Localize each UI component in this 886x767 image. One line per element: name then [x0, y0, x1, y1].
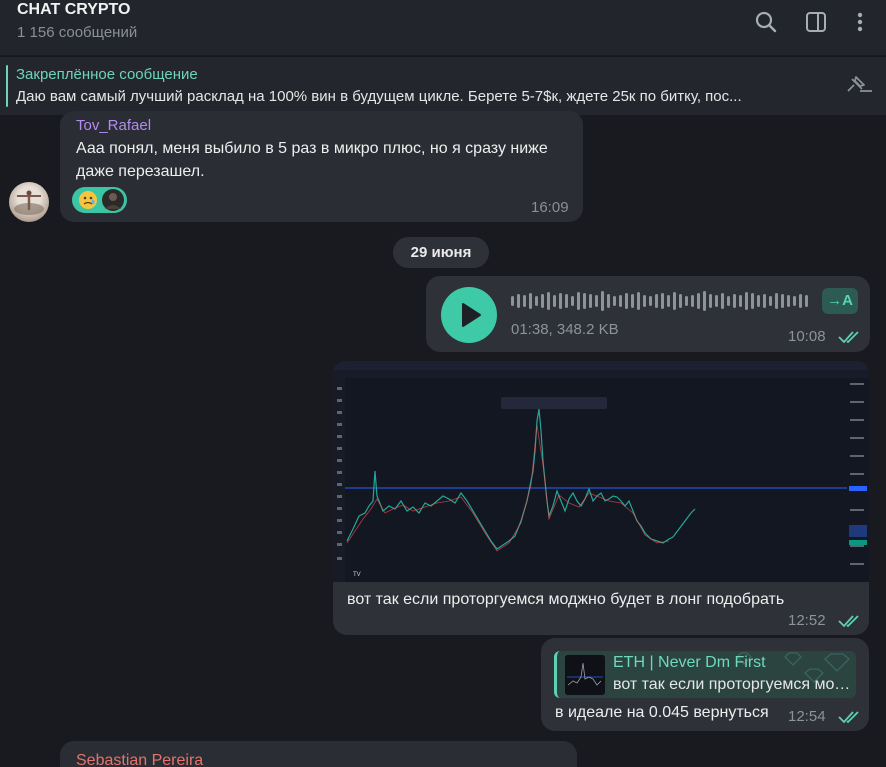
waveform-bar — [553, 295, 556, 307]
waveform-bar — [595, 295, 598, 307]
waveform-bar — [691, 295, 694, 307]
trading-chart-thumbnail: TV — [333, 361, 869, 582]
reply-preview-text: вот так если проторгуемся можно будет в … — [613, 676, 851, 693]
waveform-bar — [577, 292, 580, 310]
waveform-bar — [637, 292, 640, 310]
sidebar-toggle-icon[interactable] — [804, 10, 828, 34]
waveform-bar — [565, 294, 568, 308]
date-separator: 29 июня — [393, 237, 489, 268]
waveform-bar — [583, 293, 586, 309]
sender-name[interactable]: Sebastian Pereira — [76, 752, 203, 767]
message-text: в идеале на 0.045 вернуться — [555, 704, 769, 721]
waveform-bar — [781, 294, 784, 308]
waveform-bar — [619, 295, 622, 307]
search-icon[interactable] — [754, 10, 778, 34]
waveform-bar — [661, 293, 664, 309]
message-time: 16:09 — [531, 199, 569, 216]
voice-waveform[interactable] — [511, 290, 813, 312]
waveform-bar — [769, 296, 772, 306]
waveform-bar — [547, 292, 550, 310]
waveform-bar — [667, 295, 670, 307]
unpin-icon[interactable] — [842, 73, 874, 97]
read-checks-icon — [838, 331, 859, 344]
waveform-bar — [757, 295, 760, 307]
pinned-message[interactable]: Закреплённое сообщение Даю вам самый луч… — [0, 56, 886, 115]
sender-name[interactable]: Tov_Rafael — [76, 117, 151, 134]
waveform-bar — [607, 294, 610, 308]
transcribe-button[interactable]: →A — [822, 288, 858, 314]
waveform-bar — [523, 295, 526, 307]
waveform-bar — [655, 294, 658, 308]
waveform-bar — [541, 294, 544, 308]
chat-header[interactable]: CHAT CRYPTO 1 156 сообщений — [0, 0, 886, 55]
waveform-bar — [613, 296, 616, 306]
play-icon — [462, 303, 481, 327]
waveform-bar — [745, 292, 748, 310]
play-button[interactable] — [441, 287, 497, 343]
reaction-graphics — [79, 189, 124, 211]
pinned-title: Закреплённое сообщение — [16, 66, 198, 83]
waveform-bar — [799, 294, 802, 308]
waveform-bar — [601, 291, 604, 311]
waveform-bar — [559, 293, 562, 309]
waveform-bar — [697, 293, 700, 309]
waveform-bar — [727, 296, 730, 306]
waveform-bar — [793, 296, 796, 306]
waveform-bar — [733, 294, 736, 308]
waveform-bar — [625, 293, 628, 309]
avatar-image — [14, 190, 44, 215]
reaction-chip[interactable] — [72, 187, 127, 213]
waveform-bar — [679, 294, 682, 308]
waveform-bar — [805, 295, 808, 307]
pinned-accent-bar — [6, 65, 8, 107]
waveform-bar — [787, 295, 790, 307]
waveform-bar — [517, 294, 520, 308]
voice-duration-size: 01:38, 348.2 KB — [511, 321, 619, 338]
reply-quote[interactable]: ETH | Never Dm First вот так если протор… — [554, 651, 856, 698]
waveform-bar — [511, 296, 514, 306]
waveform-bar — [739, 295, 742, 307]
chart-screenshot-image[interactable]: TV — [333, 361, 869, 582]
message-text: Ааа понял, меня выбило в 5 раз в микро п… — [76, 137, 576, 183]
svg-text:TV: TV — [353, 572, 361, 578]
photo-caption: вот так если проторгуемся моджно будет в… — [347, 591, 785, 608]
read-checks-icon — [838, 711, 859, 724]
waveform-bar — [721, 293, 724, 309]
message-line-2: даже перезашел. — [76, 163, 205, 180]
pinned-text: Даю вам самый лучший расклад на 100% вин… — [16, 88, 742, 105]
waveform-bar — [703, 291, 706, 311]
waveform-bar — [751, 293, 754, 309]
more-vertical-icon[interactable] — [848, 10, 872, 34]
waveform-bar — [643, 295, 646, 307]
message-time: 12:52 — [788, 612, 826, 629]
waveform-bar — [775, 293, 778, 309]
waveform-bar — [631, 294, 634, 308]
waveform-bar — [571, 296, 574, 306]
waveform-bar — [649, 296, 652, 306]
waveform-bar — [715, 295, 718, 307]
waveform-bar — [529, 293, 532, 309]
waveform-bar — [709, 294, 712, 308]
waveform-bar — [685, 296, 688, 306]
message-bubble-incoming[interactable]: Tov_Rafael Ааа понял, меня выбило в 5 ра… — [60, 111, 583, 222]
chat-title[interactable]: CHAT CRYPTO — [17, 1, 130, 19]
waveform-bar — [673, 292, 676, 310]
waveform-bar — [589, 294, 592, 308]
reply-sender-name: ETH | Never Dm First — [613, 654, 766, 671]
waveform-bar — [763, 294, 766, 308]
message-line-1: Ааа понял, меня выбило в 5 раз в микро п… — [76, 140, 548, 157]
waveform-bar — [535, 296, 538, 306]
message-time: 12:54 — [788, 708, 826, 725]
message-time: 10:08 — [788, 328, 826, 345]
member-count: 1 156 сообщений — [17, 24, 138, 41]
read-checks-icon — [838, 615, 859, 628]
avatar[interactable] — [9, 182, 49, 222]
